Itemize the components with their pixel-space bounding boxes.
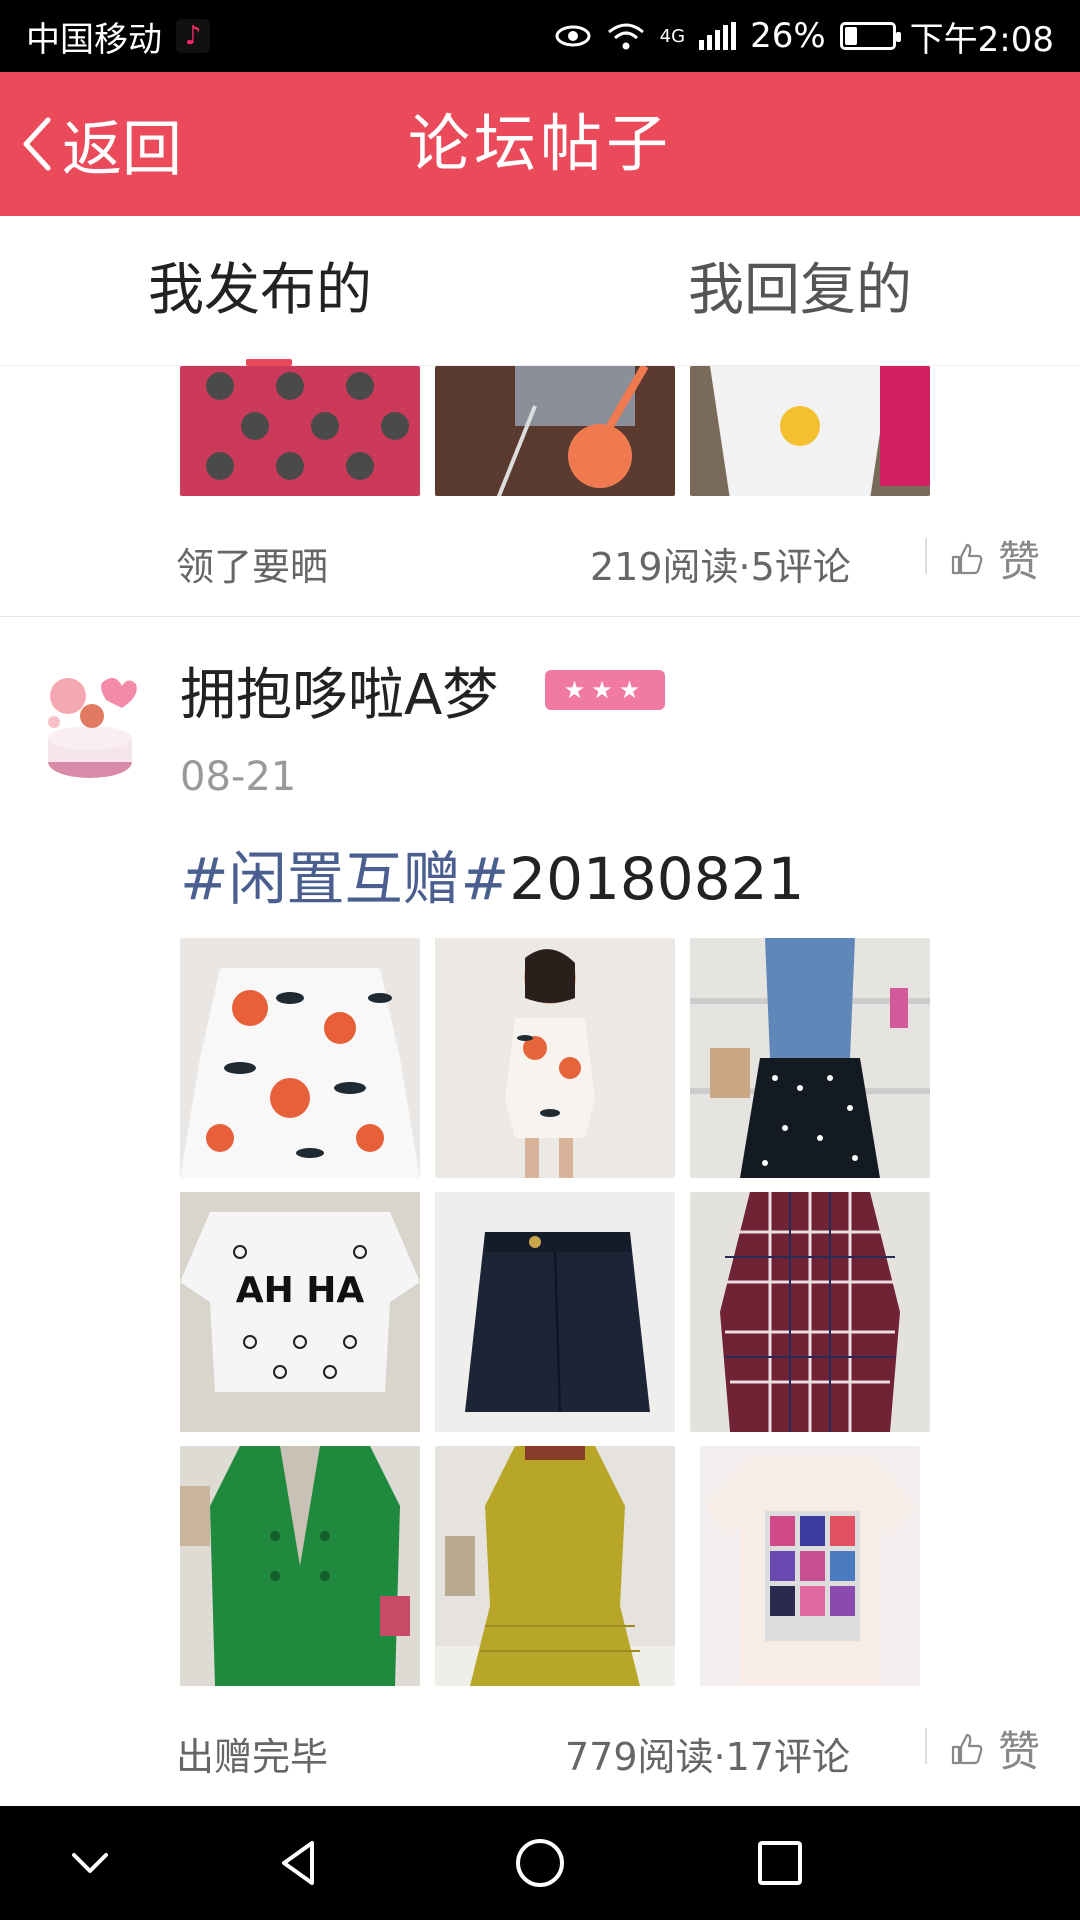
clock: 下午2:08 — [909, 19, 1054, 60]
thumbs-up-icon — [951, 1733, 983, 1764]
post-text[interactable]: #闲置互赠#20180821 — [180, 832, 804, 916]
post-footer-note: 领了要晒 — [176, 545, 329, 589]
post-image[interactable] — [180, 938, 420, 1178]
post-image[interactable] — [435, 1192, 675, 1432]
post-image[interactable] — [435, 938, 675, 1178]
post-image[interactable]: AH HA — [180, 1192, 420, 1432]
topic-tag[interactable]: #闲置互赠# — [180, 845, 509, 913]
post-date: 08-21 — [180, 754, 297, 800]
thumbs-up-icon — [951, 543, 983, 574]
post-image[interactable] — [435, 366, 675, 496]
like-button[interactable]: 赞 — [950, 1718, 1040, 1779]
post-image[interactable] — [690, 366, 930, 496]
active-tab-indicator — [246, 359, 292, 366]
post-stats: 219阅读·5评论 — [590, 545, 851, 589]
post-image[interactable] — [690, 1192, 930, 1432]
carrier-label: 中国移动 — [26, 19, 162, 60]
triangle-back-icon — [282, 1841, 314, 1885]
circle-home-icon — [516, 1839, 564, 1887]
tab-my-posts[interactable]: 我发布的 — [148, 216, 372, 366]
post-text-body: 20180821 — [509, 845, 805, 913]
page-title: 论坛帖子 — [407, 107, 672, 180]
divider — [925, 1728, 927, 1764]
like-label: 赞 — [998, 1727, 1041, 1776]
level-badge: ★★★ — [545, 670, 665, 710]
post-image[interactable] — [180, 366, 420, 496]
tab-my-replies[interactable]: 我回复的 — [688, 216, 912, 366]
chevron-down-icon — [72, 1853, 108, 1873]
post-image[interactable] — [180, 1446, 420, 1686]
system-nav-bar — [0, 1806, 1080, 1920]
signal-icon — [699, 22, 737, 50]
post-divider — [0, 616, 1080, 617]
square-recents-icon — [758, 1841, 802, 1885]
wifi-icon — [607, 23, 644, 50]
tab-bar: 我发布的 我回复的 — [0, 216, 1080, 366]
post-list[interactable]: 领了要晒 219阅读·5评论 赞 拥抱哆啦A梦 ★★★ 08-21 #闲置互赠#… — [0, 366, 1080, 1806]
username[interactable]: 拥抱哆啦A梦 — [180, 650, 498, 731]
post-image[interactable] — [700, 1446, 920, 1686]
nav-back-button[interactable] — [240, 1806, 360, 1920]
nav-collapse-button[interactable] — [30, 1806, 150, 1920]
app-bar: 返回 论坛帖子 — [0, 72, 1080, 216]
like-button[interactable]: 赞 — [950, 528, 1040, 589]
post-image[interactable] — [435, 1446, 675, 1686]
nav-home-button[interactable] — [480, 1806, 600, 1920]
battery-icon — [839, 22, 901, 50]
network-type: 4G — [659, 25, 686, 47]
post-image[interactable] — [690, 938, 930, 1178]
like-label: 赞 — [998, 537, 1041, 586]
divider — [925, 538, 927, 574]
svg-text:AH HA: AH HA — [236, 1270, 365, 1311]
eye-icon — [555, 25, 591, 47]
status-bar: 中国移动 ♪ 4G 26% 下午2:08 — [0, 0, 1080, 72]
avatar[interactable] — [40, 666, 140, 782]
battery-percent: 26% — [750, 16, 826, 56]
tiktok-icon: ♪ — [176, 19, 210, 53]
nav-recents-button[interactable] — [720, 1806, 840, 1920]
post-footer-note: 出赠完毕 — [176, 1735, 329, 1779]
post-stats: 779阅读·17评论 — [565, 1735, 850, 1779]
